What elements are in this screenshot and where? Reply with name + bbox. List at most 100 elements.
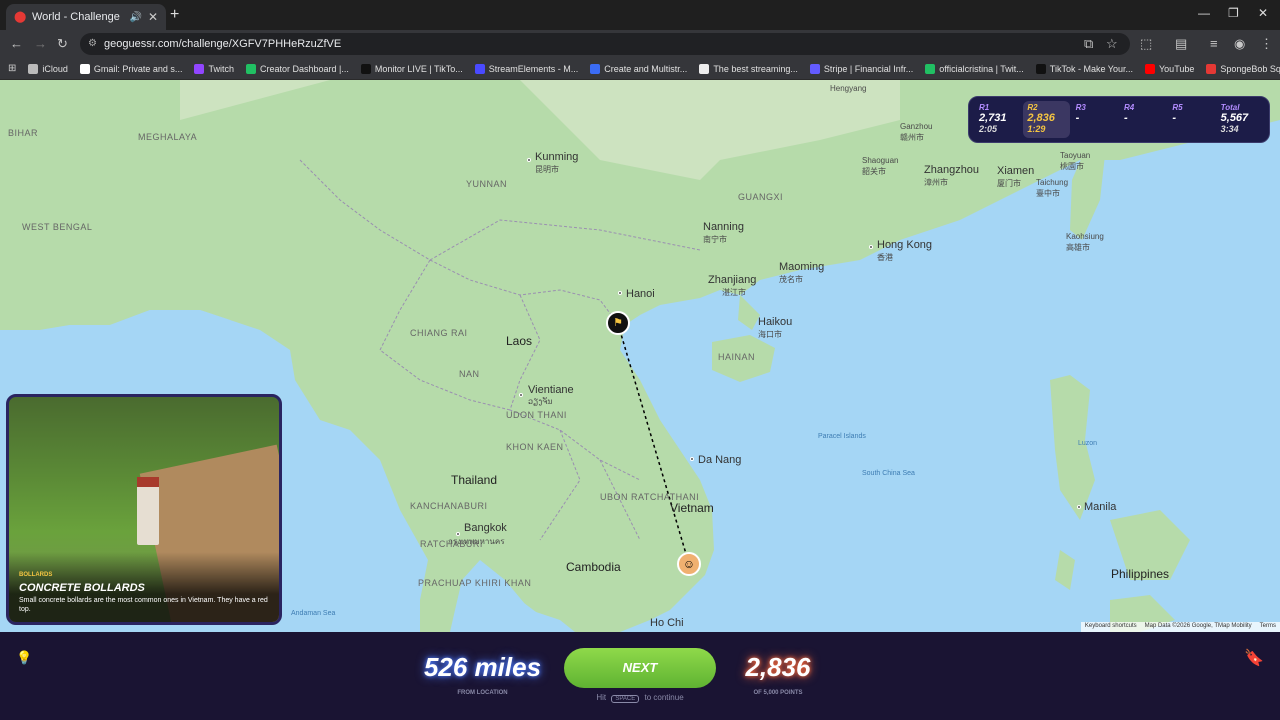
- round-score-panel: R1 2,731 2:05 R2 2,836 1:29 R3 - R4 - R5…: [968, 96, 1270, 143]
- round-label: R4: [1123, 103, 1135, 112]
- hint-category: BOLLARDS: [19, 572, 53, 578]
- site-info-icon[interactable]: ⚙: [88, 33, 97, 55]
- bookmark-item[interactable]: SpongeBob Square...: [1206, 63, 1280, 74]
- close-tab-icon[interactable]: ✕: [148, 10, 158, 24]
- window-close-icon[interactable]: ✕: [1258, 6, 1268, 20]
- keyboard-shortcuts-link[interactable]: Keyboard shortcuts: [1085, 623, 1137, 631]
- apps-icon[interactable]: ⊞: [8, 63, 16, 74]
- sea-label: Paracel Islands: [818, 433, 866, 440]
- correct-location-flag-icon[interactable]: ⚑: [606, 311, 630, 335]
- city-label: Nanning: [703, 221, 744, 233]
- restore-icon[interactable]: ❐: [1228, 6, 1239, 20]
- bookmark-label: officialcristina | Twit...: [939, 63, 1024, 74]
- space-key-hint: SPACE: [611, 695, 640, 703]
- bookmark-label: Create and Multistr...: [604, 63, 688, 74]
- country-label-laos: Laos: [506, 334, 533, 348]
- install-app-icon[interactable]: ⧉: [1084, 36, 1093, 52]
- city-label: Da Nang: [698, 454, 742, 466]
- new-tab-icon[interactable]: +: [170, 6, 179, 24]
- bookmark-item[interactable]: Creator Dashboard |...: [245, 63, 349, 74]
- save-bookmark-icon[interactable]: 🔖: [1244, 648, 1264, 668]
- bookmark-star-icon[interactable]: ☆: [1106, 36, 1118, 52]
- round-label: R2: [1027, 103, 1038, 112]
- reload-icon[interactable]: ↻: [57, 36, 68, 52]
- region-label: YUNNAN: [466, 179, 508, 189]
- geoguessr-pin-icon: ⬤: [14, 11, 27, 23]
- player-guess-avatar-icon[interactable]: ☺: [677, 552, 701, 576]
- city-sublabel: 桃園市: [1060, 162, 1084, 171]
- result-map[interactable]: Laos Thailand Vietnam Cambodia Philippin…: [0, 80, 1280, 632]
- round-label: R5: [1172, 103, 1183, 112]
- region-label: CHIANG RAI: [410, 328, 468, 338]
- menu-icon[interactable]: ⋮: [1260, 36, 1273, 52]
- city-sublabel: 厦门市: [997, 179, 1021, 188]
- bookmark-favicon-icon: [925, 63, 936, 74]
- tab-search-icon[interactable]: ≡: [1210, 36, 1218, 52]
- city-label: Maoming: [779, 261, 825, 273]
- bookmark-item[interactable]: officialcristina | Twit...: [925, 63, 1024, 74]
- terms-link[interactable]: Terms: [1260, 623, 1276, 631]
- hint-card[interactable]: BOLLARDS CONCRETE BOLLARDS Small concret…: [6, 394, 282, 625]
- country-label-philippines: Philippines: [1111, 567, 1170, 581]
- bookmark-label: Monitor LIVE | TikTo...: [374, 63, 463, 74]
- map-attribution: Keyboard shortcuts Map Data ©2026 Google…: [1080, 622, 1280, 632]
- city-label: Zhangzhou: [924, 164, 980, 176]
- minimize-icon[interactable]: —: [1198, 6, 1210, 20]
- bookmark-label: iCloud: [42, 63, 68, 74]
- city-label: Xiamen: [997, 165, 1035, 177]
- result-bar: 💡 526 miles FROM LOCATION NEXT Hit SPACE…: [0, 632, 1280, 720]
- round-points: -: [1172, 112, 1176, 124]
- total-time: 3:34: [1220, 124, 1239, 134]
- city-sublabel: 湛江市: [722, 288, 746, 297]
- round-label: R3: [1075, 103, 1086, 112]
- extensions-icon[interactable]: ⬚: [1140, 36, 1152, 52]
- bookmark-item[interactable]: TikTok - Make Your...: [1035, 63, 1133, 74]
- city-label: Manila: [1084, 501, 1117, 513]
- back-icon[interactable]: ←: [10, 36, 23, 52]
- bookmark-favicon-icon: [590, 63, 601, 74]
- distance-value: 526 miles: [423, 652, 542, 682]
- round-points: -: [1123, 112, 1128, 124]
- city-dot: [618, 291, 622, 295]
- region-label: HAINAN: [718, 352, 756, 362]
- bookmark-item[interactable]: Gmail: Private and s...: [79, 63, 182, 74]
- bookmark-item[interactable]: Stripe | Financial Infr...: [809, 63, 913, 74]
- lightbulb-icon[interactable]: 💡: [16, 650, 32, 666]
- profile-icon[interactable]: ◉: [1234, 36, 1245, 52]
- country-label-cambodia: Cambodia: [566, 560, 621, 574]
- city-sublabel: ວຽງຈັນ: [528, 397, 553, 406]
- url-text: geoguessr.com/challenge/XGFV7PHHeRzuZfVE: [104, 38, 342, 50]
- round-label: R1: [979, 103, 990, 112]
- bookmark-favicon-icon: [474, 63, 485, 74]
- round-points: -: [1075, 112, 1080, 124]
- bookmark-item[interactable]: YouTube: [1145, 63, 1194, 74]
- city-sublabel: 韶关市: [862, 167, 886, 176]
- bookmark-item[interactable]: The best streaming...: [699, 63, 798, 74]
- forward-icon[interactable]: →: [34, 36, 47, 52]
- city-label: Taoyuan: [1060, 151, 1091, 160]
- city-label: Zhanjiang: [708, 274, 757, 286]
- bookmark-item[interactable]: Monitor LIVE | TikTo...: [360, 63, 463, 74]
- bookmark-item[interactable]: StreamElements - M...: [474, 63, 578, 74]
- hint-title: CONCRETE BOLLARDS: [19, 582, 145, 594]
- browser-tab[interactable]: ⬤ World - Challenge - GeoGu... 🔊 ✕: [6, 4, 166, 30]
- country-label-vietnam: Vietnam: [670, 501, 714, 515]
- address-bar[interactable]: ⚙ geoguessr.com/challenge/XGFV7PHHeRzuZf…: [80, 33, 1130, 55]
- city-dot: [519, 393, 523, 397]
- bookmark-favicon-icon: [194, 63, 205, 74]
- city-sublabel: 海口市: [758, 330, 782, 339]
- speaker-icon[interactable]: 🔊: [129, 12, 141, 23]
- media-icon[interactable]: ▤: [1175, 36, 1187, 52]
- bookmark-label: Creator Dashboard |...: [259, 63, 349, 74]
- bookmark-item[interactable]: Twitch: [194, 63, 234, 74]
- city-sublabel: 昆明市: [535, 165, 559, 174]
- bookmarks-bar: ⊞ iCloud Gmail: Private and s... Twitch Cre…: [0, 58, 1280, 80]
- hint-description: Small concrete bollards are the most com…: [19, 597, 268, 613]
- city-dot: [690, 457, 694, 461]
- bookmark-item[interactable]: iCloud: [28, 63, 68, 74]
- map-data-credit: Map Data ©2026 Google, TMap Mobility: [1144, 623, 1252, 629]
- next-button[interactable]: NEXT: [564, 648, 716, 688]
- bookmark-item[interactable]: Create and Multistr...: [590, 63, 688, 74]
- sea-label: South China Sea: [862, 470, 915, 477]
- city-label: Vientiane: [528, 384, 574, 396]
